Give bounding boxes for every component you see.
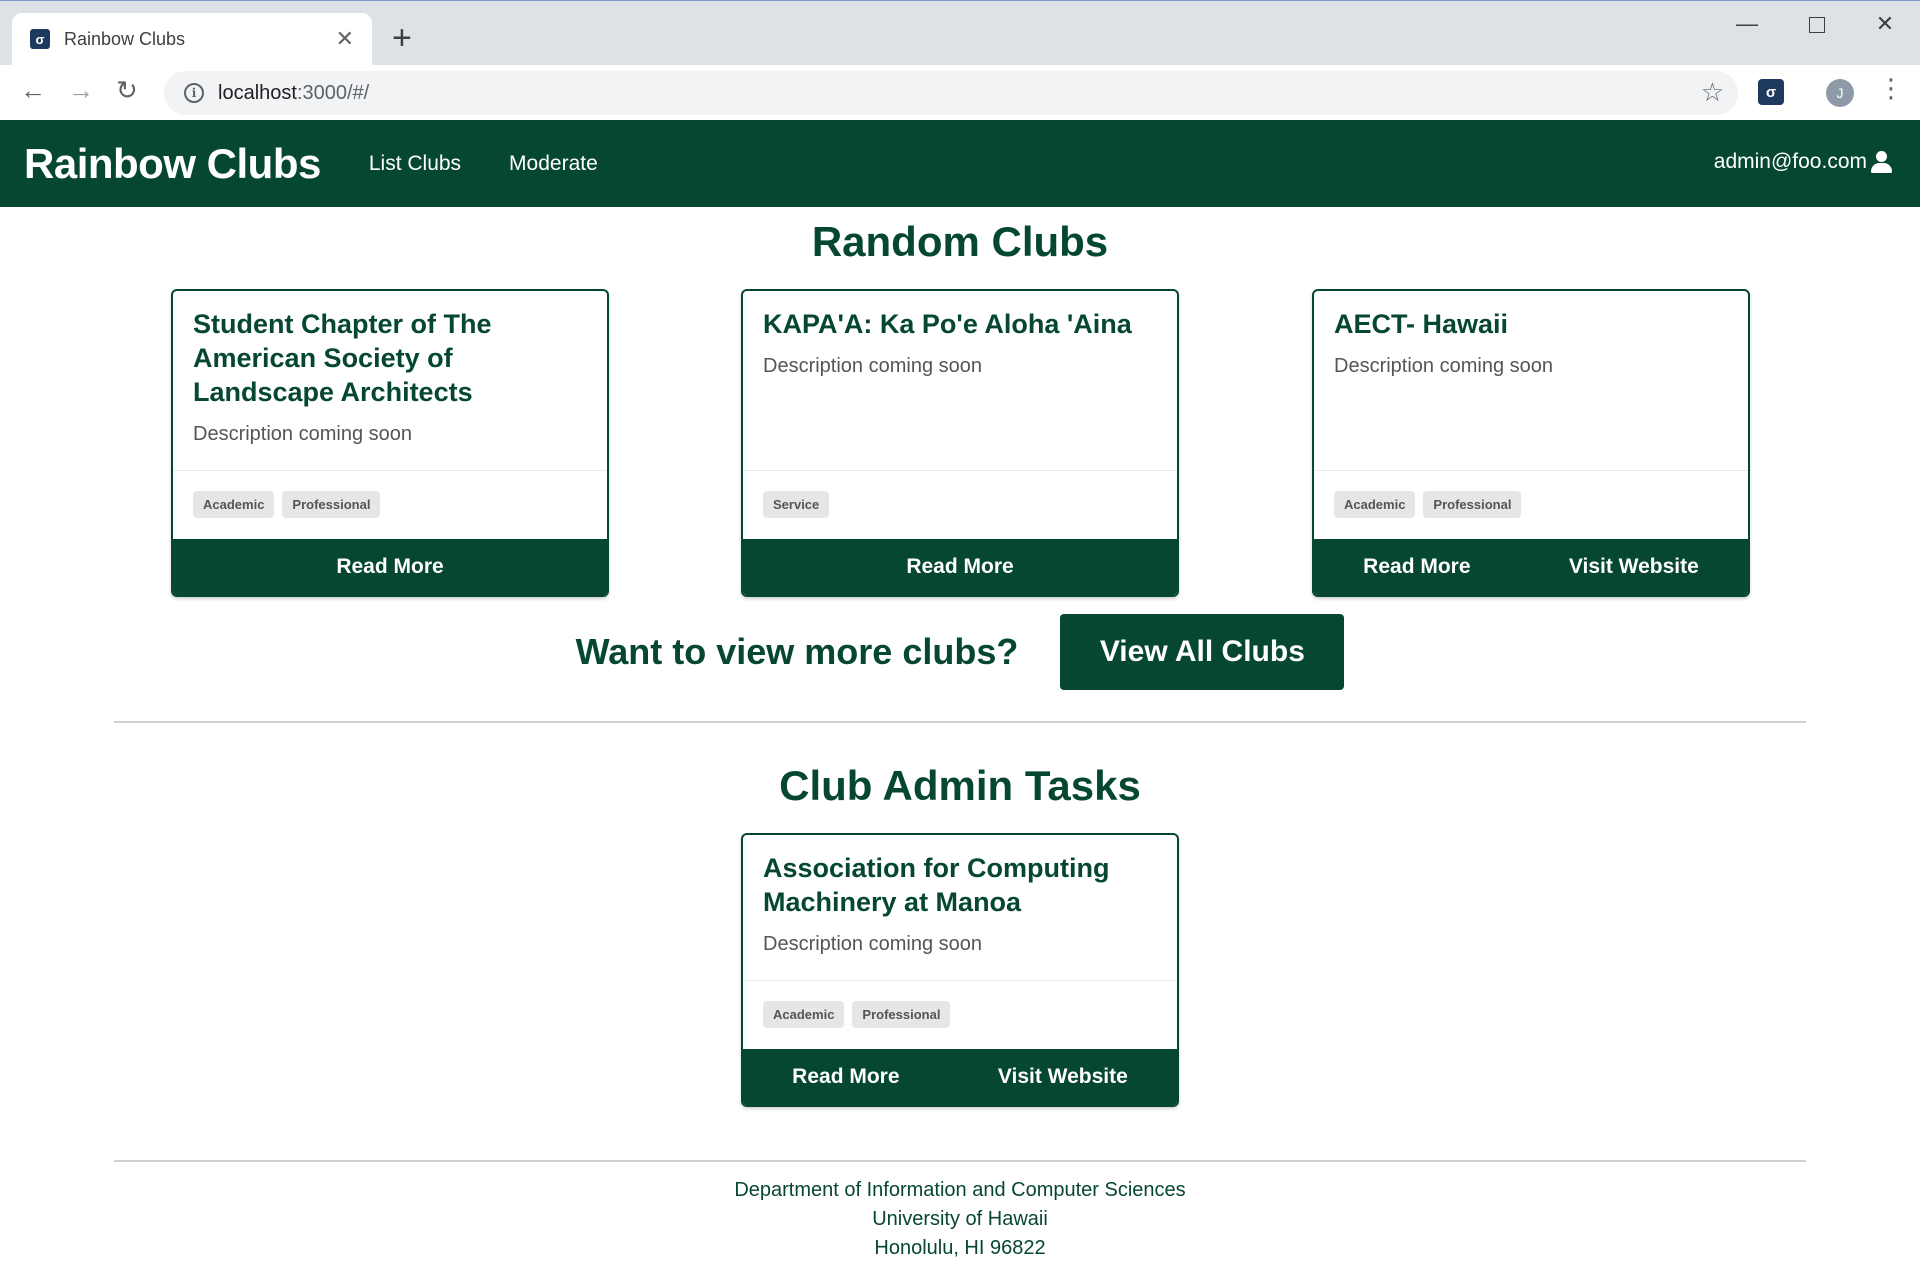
tag-badge: Professional xyxy=(1423,491,1522,518)
favicon-icon: σ xyxy=(30,29,50,49)
club-title: Association for Computing Machinery at M… xyxy=(763,853,1110,917)
tag-badge: Professional xyxy=(282,491,381,518)
tag-list: Service xyxy=(743,470,1177,518)
view-more-prompt: Want to view more clubs? xyxy=(575,631,1019,672)
club-title: AECT- Hawaii xyxy=(1334,309,1509,339)
browser-chrome: σ Rainbow Clubs ✕ + — ✕ ← → ↻ i localhos… xyxy=(0,0,1920,121)
club-title: KAPA'A: Ka Po'e Aloha 'Aina xyxy=(763,309,1132,339)
nav-link-list-clubs[interactable]: List Clubs xyxy=(369,152,461,176)
minimize-icon[interactable]: — xyxy=(1724,11,1770,37)
close-icon[interactable]: ✕ xyxy=(336,28,354,50)
club-card: Student Chapter of The American Society … xyxy=(171,289,609,597)
view-all-clubs-button[interactable]: View All Clubs xyxy=(1060,614,1345,690)
card-footer: Read More xyxy=(173,539,607,595)
reload-icon[interactable]: ↻ xyxy=(116,77,138,103)
tag-badge: Academic xyxy=(763,1001,845,1028)
read-more-button[interactable]: Read More xyxy=(906,555,1013,579)
club-description: Description coming soon xyxy=(1334,355,1553,377)
brand-logo[interactable]: Rainbow Clubs xyxy=(24,140,321,188)
visit-website-button[interactable]: Visit Website xyxy=(1569,555,1699,579)
tag-list: Academic Professional xyxy=(1314,470,1748,518)
club-description: Description coming soon xyxy=(193,423,412,445)
tag-badge: Professional xyxy=(852,1001,951,1028)
page-footer: Department of Information and Computer S… xyxy=(0,1176,1920,1263)
card-footer: Read More Visit Website xyxy=(743,1049,1177,1105)
window-close-icon[interactable]: ✕ xyxy=(1862,11,1908,37)
club-card: Association for Computing Machinery at M… xyxy=(741,833,1179,1107)
club-title: Student Chapter of The American Society … xyxy=(193,309,492,407)
club-card: KAPA'A: Ka Po'e Aloha 'Aina Description … xyxy=(741,289,1179,597)
user-email: admin@foo.com xyxy=(1713,150,1867,173)
read-more-button[interactable]: Read More xyxy=(792,1065,899,1089)
plus-icon[interactable]: + xyxy=(392,21,412,55)
menu-icon[interactable]: ⋮ xyxy=(1878,75,1904,101)
tag-list: Academic Professional xyxy=(173,470,607,518)
extension-icon[interactable]: σ xyxy=(1758,79,1784,105)
tag-badge: Academic xyxy=(1334,491,1416,518)
tag-badge: Service xyxy=(763,491,830,518)
info-icon[interactable]: i xyxy=(184,83,204,103)
read-more-button[interactable]: Read More xyxy=(1363,555,1470,579)
browser-tab[interactable]: σ Rainbow Clubs ✕ xyxy=(12,13,372,65)
divider xyxy=(114,1160,1806,1162)
card-footer: Read More xyxy=(743,539,1177,595)
tag-badge: Academic xyxy=(193,491,275,518)
visit-website-button[interactable]: Visit Website xyxy=(998,1065,1128,1089)
section-title-admin-tasks: Club Admin Tasks xyxy=(779,762,1141,809)
view-more-row: Want to view more clubs? View All Clubs xyxy=(0,614,1920,690)
maximize-icon[interactable] xyxy=(1794,11,1840,39)
back-icon[interactable]: ← xyxy=(20,77,46,103)
app-navbar: Rainbow Clubs List Clubs Moderate admin@… xyxy=(0,120,1920,207)
divider xyxy=(114,721,1806,723)
tag-list: Academic Professional xyxy=(743,980,1177,1028)
profile-icon[interactable]: J xyxy=(1826,79,1854,107)
url-path: :3000/#/ xyxy=(296,81,370,104)
card-footer: Read More Visit Website xyxy=(1314,539,1748,595)
url-host: localhost xyxy=(218,81,297,104)
footer-university: University of Hawaii xyxy=(872,1208,1048,1230)
user-menu[interactable]: admin@foo.com xyxy=(1714,150,1892,174)
footer-address: Honolulu, HI 96822 xyxy=(874,1237,1046,1259)
read-more-button[interactable]: Read More xyxy=(336,555,443,579)
user-icon xyxy=(1870,151,1892,173)
club-card: AECT- Hawaii Description coming soon Aca… xyxy=(1312,289,1750,597)
footer-department: Department of Information and Computer S… xyxy=(734,1179,1186,1201)
club-description: Description coming soon xyxy=(763,355,982,377)
forward-icon[interactable]: → xyxy=(68,77,94,103)
club-description: Description coming soon xyxy=(763,933,982,955)
tab-title: Rainbow Clubs xyxy=(64,28,186,49)
star-icon[interactable]: ☆ xyxy=(1701,77,1724,108)
section-title-random-clubs: Random Clubs xyxy=(811,218,1109,265)
address-bar[interactable]: i localhost :3000/#/ ☆ xyxy=(164,71,1738,115)
browser-toolbar: ← → ↻ i localhost :3000/#/ ☆ σ J ⋮ xyxy=(0,65,1920,121)
nav-link-moderate[interactable]: Moderate xyxy=(509,152,598,176)
